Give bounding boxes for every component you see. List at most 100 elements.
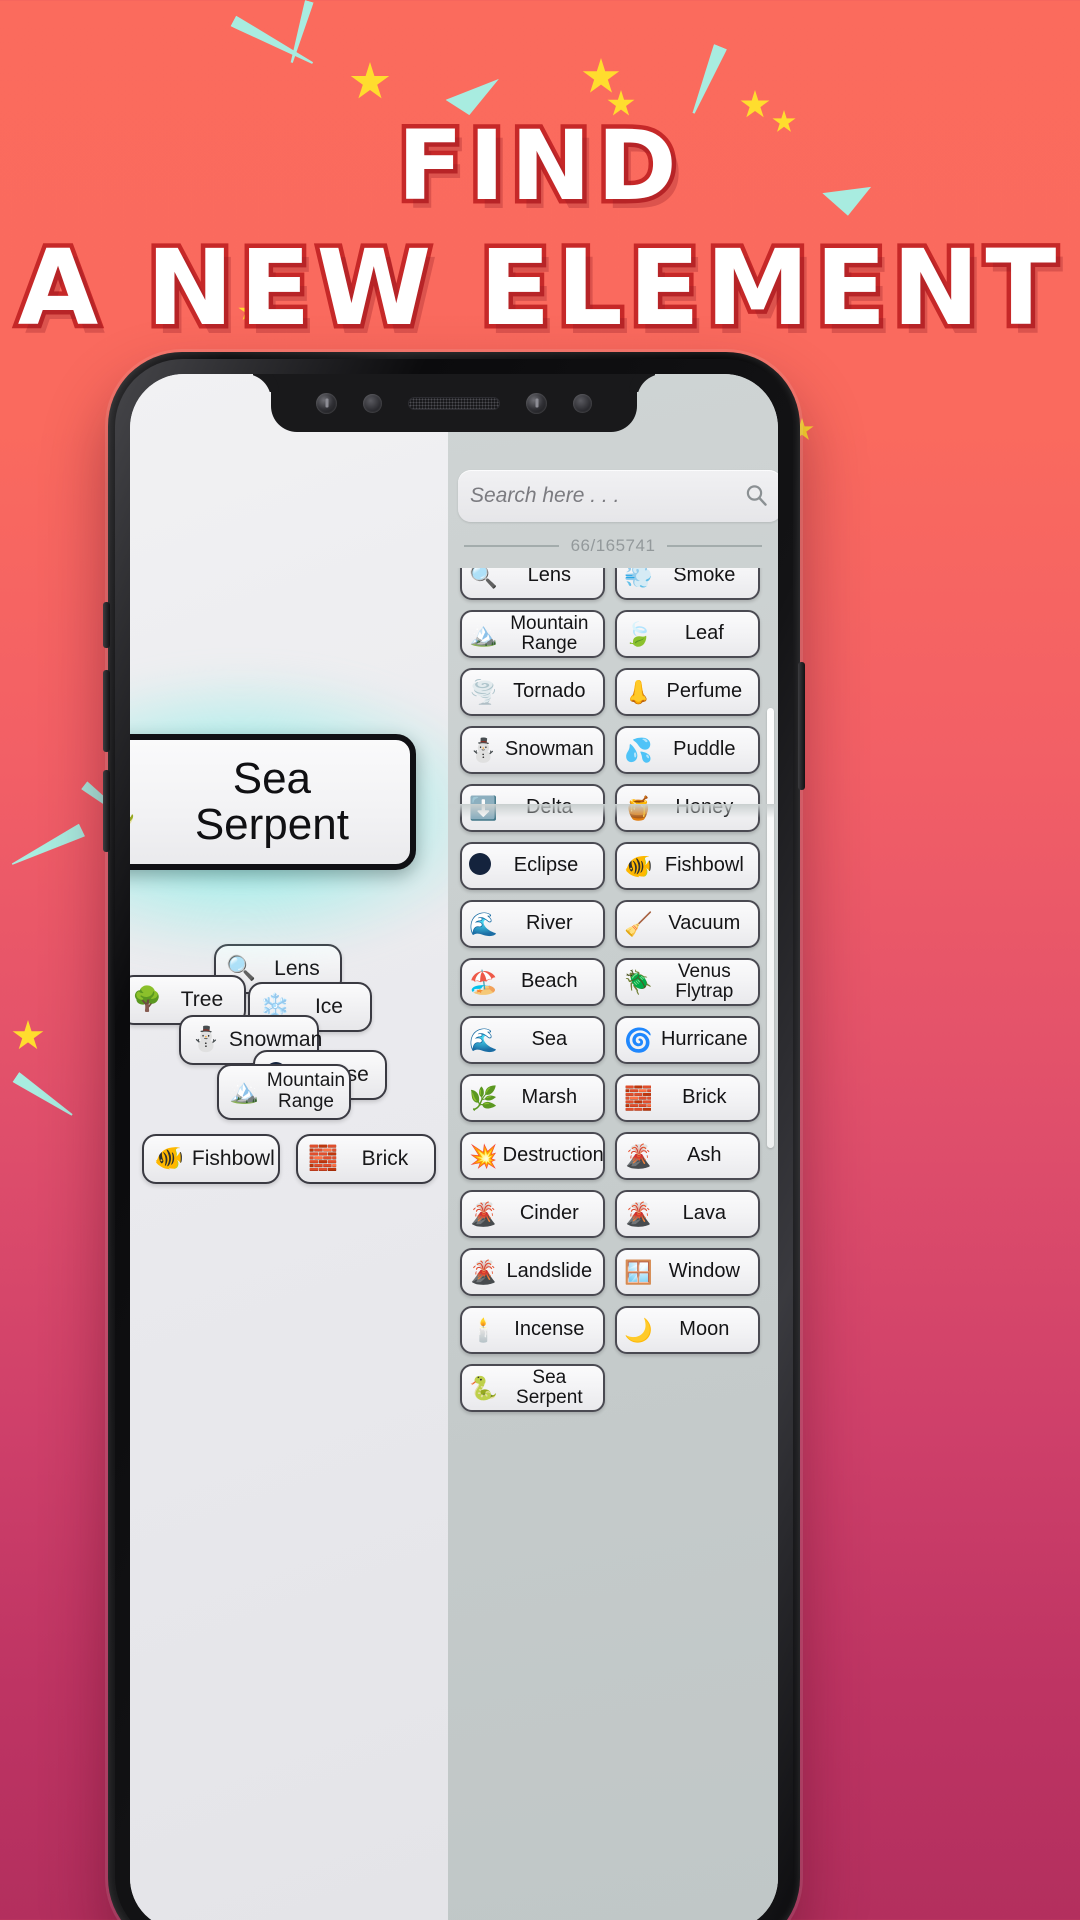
- element-card-puddle[interactable]: 💦 Puddle: [615, 726, 760, 774]
- workspace-card-label: Tree: [180, 987, 224, 1011]
- workspace-card-label: Brick: [361, 1146, 409, 1170]
- confetti-shard: [822, 177, 877, 222]
- hero-label-line-2: Serpent: [194, 800, 349, 849]
- tree-icon: 🌳: [132, 986, 162, 1013]
- confetti-shard: [9, 824, 85, 871]
- element-card-sea-serpent[interactable]: 🐍 Sea Serpent: [460, 1364, 605, 1412]
- element-card-smoke[interactable]: 💨 Smoke: [615, 568, 760, 600]
- element-card-moon[interactable]: 🌙 Moon: [615, 1306, 760, 1354]
- element-card-label: Moon: [679, 1318, 730, 1341]
- element-list[interactable]: 🔍 Lens 💨 Smoke 🏔️ Mountain Range 🍃 Leaf 🌪️ Tornado…: [448, 568, 778, 1920]
- element-card-lens[interactable]: 🔍 Lens: [460, 568, 605, 600]
- discovered-element-card[interactable]: 🐍 Sea Serpent: [130, 734, 416, 870]
- element-card-label: Smoke: [673, 568, 736, 587]
- confetti-shard: [287, 0, 313, 64]
- element-card-eclipse[interactable]: Eclipse: [460, 842, 605, 890]
- workspace-card-brick[interactable]: 🧱 Brick: [296, 1134, 436, 1184]
- confetti-star: [607, 90, 635, 116]
- search-box[interactable]: [458, 470, 778, 522]
- confetti-shard: [446, 69, 507, 122]
- element-card-label: Lava: [682, 1202, 726, 1225]
- element-card-fishbowl[interactable]: 🐠 Fishbowl: [615, 842, 760, 890]
- search-input[interactable]: [470, 484, 744, 508]
- counter-rule-left: [464, 545, 559, 547]
- vacuum-icon: 🧹: [624, 910, 653, 937]
- element-card-label: Eclipse: [513, 854, 579, 877]
- element-card-lava[interactable]: 🌋 Lava: [615, 1190, 760, 1238]
- discovery-counter: 66/165741: [570, 536, 656, 555]
- mountain-range-icon: 🏔️: [229, 1078, 259, 1105]
- beach-icon: 🏖️: [469, 968, 498, 995]
- search-icon[interactable]: [744, 483, 770, 509]
- element-card-label: River: [525, 912, 573, 935]
- workspace-card-label: Lens: [274, 956, 320, 980]
- smoke-icon: 💨: [624, 568, 653, 589]
- fishbowl-icon: 🐠: [624, 852, 653, 879]
- confetti-star: [772, 110, 796, 132]
- element-card-label: Leaf: [684, 622, 724, 645]
- element-card-cinder[interactable]: 🌋 Cinder: [460, 1190, 605, 1238]
- crafting-workspace[interactable]: 🐍 Sea Serpent 🔍 Lens 🌳 Tree ❄️ Ice ⛄: [130, 374, 448, 1920]
- front-camera-secondary-icon: [526, 392, 547, 414]
- element-card-label: Ash: [687, 1144, 722, 1167]
- hurricane-icon: 🌀: [624, 1026, 653, 1053]
- element-card-window[interactable]: 🪟 Window: [615, 1248, 760, 1296]
- element-card-ash[interactable]: 🌋 Ash: [615, 1132, 760, 1180]
- workspace-card-fishbowl[interactable]: 🐠 Fishbowl: [142, 1134, 280, 1184]
- workspace-card-mountain-range[interactable]: 🏔️ Mountain Range: [217, 1064, 351, 1120]
- element-card-leaf[interactable]: 🍃 Leaf: [615, 610, 760, 658]
- workspace-card-label: Snowman: [228, 1027, 323, 1051]
- element-card-label: Puddle: [673, 738, 736, 761]
- headline: FIND A NEW ELEMENT: [0, 114, 1080, 345]
- confetti-star: [740, 90, 770, 118]
- element-card-brick[interactable]: 🧱 Brick: [615, 1074, 760, 1122]
- phone-button-volume-down: [103, 770, 110, 852]
- element-card-sea[interactable]: 🌊 Sea: [460, 1016, 605, 1064]
- moon-icon: 🌙: [624, 1316, 653, 1343]
- element-card-label: Mountain Range: [503, 613, 596, 654]
- phone-button-silent: [103, 602, 110, 648]
- lava-icon: 🌋: [624, 1200, 653, 1227]
- phone-mockup: 🐍 Sea Serpent 🔍 Lens 🌳 Tree ❄️ Ice ⛄: [103, 352, 805, 1920]
- confetti-shard: [230, 16, 315, 69]
- element-card-honey[interactable]: 🍯 Honey: [615, 784, 760, 832]
- element-card-venus-flytrap[interactable]: 🪲 Venus Flytrap: [615, 958, 760, 1006]
- element-card-perfume[interactable]: 👃 Perfume: [615, 668, 760, 716]
- confetti-shard: [12, 1072, 75, 1120]
- element-card-label: Incense: [514, 1318, 585, 1341]
- element-card-label: Sea Serpent: [503, 1367, 596, 1408]
- element-card-label: Tornado: [513, 680, 586, 703]
- element-card-river[interactable]: 🌊 River: [460, 900, 605, 948]
- honey-icon: 🍯: [624, 794, 653, 821]
- brick-icon: 🧱: [308, 1145, 338, 1172]
- element-card-delta[interactable]: ⬇️ Delta: [460, 784, 605, 832]
- perfume-icon: 👃: [624, 678, 653, 705]
- element-card-marsh[interactable]: 🌿 Marsh: [460, 1074, 605, 1122]
- element-card-tornado[interactable]: 🌪️ Tornado: [460, 668, 605, 716]
- marsh-icon: 🌿: [469, 1084, 498, 1111]
- element-card-label: Vacuum: [668, 912, 741, 935]
- element-card-label: Window: [668, 1260, 740, 1283]
- element-label-line-2: Serpent: [516, 1387, 583, 1408]
- front-camera-icon: [316, 392, 337, 414]
- leaf-icon: 🍃: [624, 620, 653, 647]
- counter-rule-right: [667, 545, 762, 547]
- snowman-icon: ⛄: [469, 736, 498, 763]
- brick-icon: 🧱: [624, 1084, 653, 1111]
- venus-flytrap-icon: 🪲: [624, 968, 653, 995]
- element-card-destruction[interactable]: 💥 Destruction: [460, 1132, 605, 1180]
- element-list-scrollbar[interactable]: [767, 708, 774, 1148]
- element-card-mountain-range[interactable]: 🏔️ Mountain Range: [460, 610, 605, 658]
- delta-icon: ⬇️: [469, 794, 498, 821]
- element-card-incense[interactable]: 🕯️ Incense: [460, 1306, 605, 1354]
- element-card-hurricane[interactable]: 🌀 Hurricane: [615, 1016, 760, 1064]
- ws-label-line-1: Mountain: [266, 1070, 346, 1092]
- element-card-vacuum[interactable]: 🧹 Vacuum: [615, 900, 760, 948]
- lens-icon: 🔍: [469, 568, 498, 589]
- element-card-label: Perfume: [666, 680, 743, 703]
- window-icon: 🪟: [624, 1258, 653, 1285]
- element-card-beach[interactable]: 🏖️ Beach: [460, 958, 605, 1006]
- element-card-landslide[interactable]: 🌋 Landslide: [460, 1248, 605, 1296]
- sea-serpent-icon: 🐍: [469, 1374, 498, 1401]
- element-card-snowman[interactable]: ⛄ Snowman: [460, 726, 605, 774]
